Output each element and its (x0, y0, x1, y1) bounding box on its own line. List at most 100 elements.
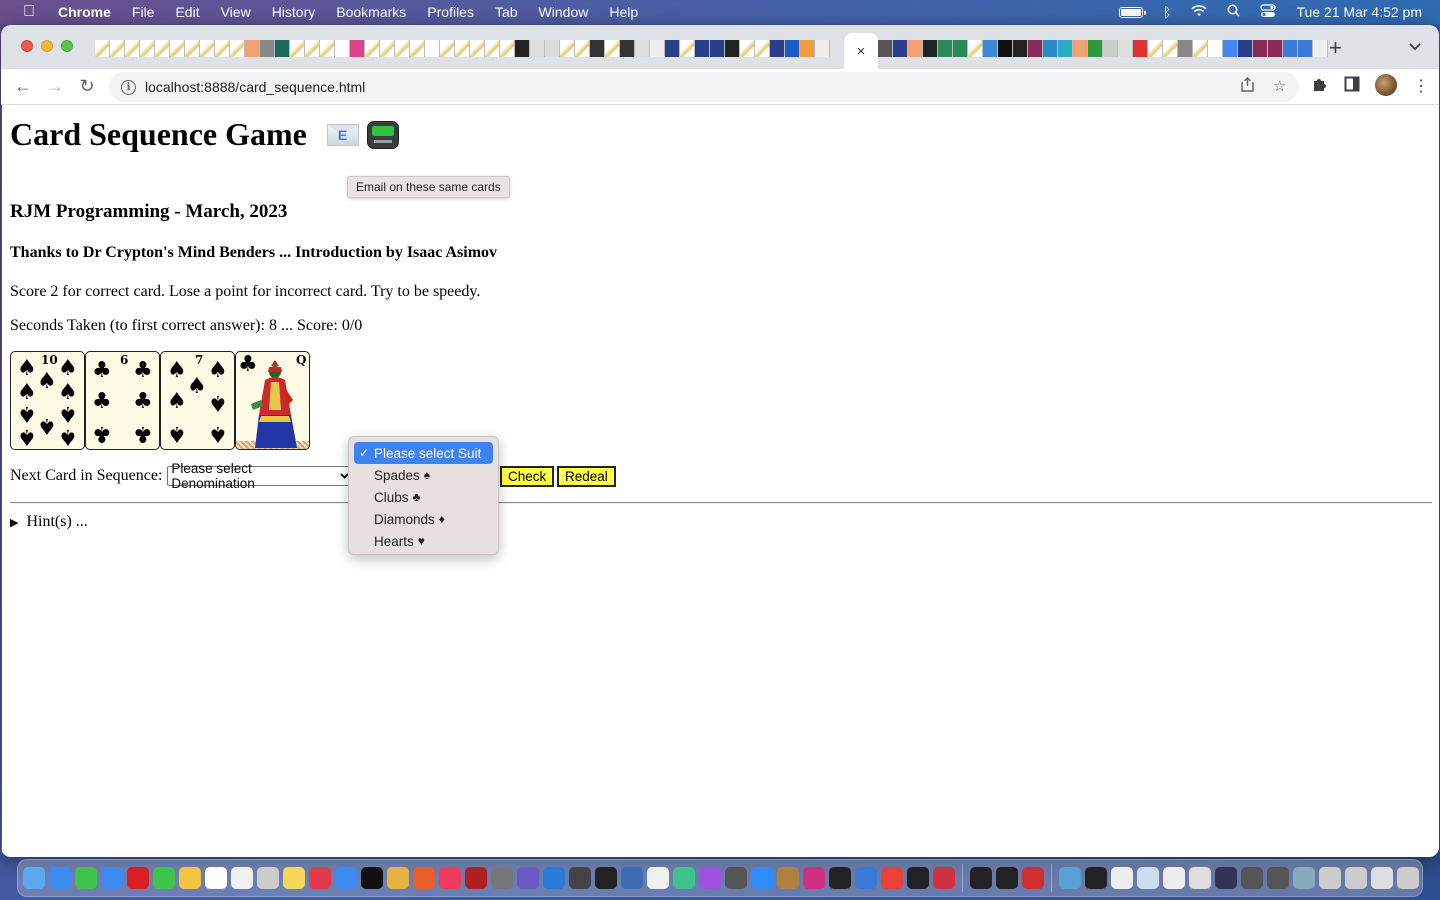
dock-app-icon[interactable] (309, 867, 331, 889)
tab-favicon[interactable] (380, 40, 395, 57)
tab-favicon[interactable] (185, 40, 200, 57)
tab-favicon[interactable] (560, 40, 575, 57)
tab-favicon[interactable] (230, 40, 245, 57)
back-arrow-icon[interactable]: ← (12, 76, 34, 97)
extensions-puzzle-icon[interactable] (1312, 76, 1328, 97)
dock-app-icon[interactable] (101, 867, 123, 889)
sms-pager-icon[interactable] (366, 120, 399, 149)
fullscreen-window-button[interactable] (61, 40, 73, 52)
tab-favicon[interactable] (200, 40, 215, 57)
tab-favicon[interactable] (350, 40, 365, 57)
tab-favicon[interactable] (455, 40, 470, 57)
tab-favicon[interactable] (500, 40, 515, 57)
tab-favicon[interactable] (1253, 40, 1268, 57)
tab-favicon[interactable] (425, 40, 440, 57)
apple-menu-icon[interactable]:  (20, 3, 38, 21)
reload-icon[interactable]: ↻ (76, 76, 98, 97)
email-envelope-icon[interactable]: E (326, 123, 359, 146)
wifi-icon[interactable] (1191, 4, 1208, 20)
menu-clock[interactable]: Tue 21 Mar 4:52 pm (1296, 4, 1422, 20)
tab-favicon[interactable] (515, 40, 530, 57)
bookmark-star-icon[interactable]: ☆ (1273, 77, 1286, 95)
side-panel-icon[interactable] (1344, 76, 1360, 97)
tab-favicon[interactable] (710, 40, 725, 57)
dock-app-icon[interactable] (803, 867, 825, 889)
tab-favicon[interactable] (755, 40, 770, 57)
tab-favicon[interactable] (365, 40, 380, 57)
dock-app-icon[interactable] (1085, 867, 1107, 889)
tab-favicon[interactable] (590, 40, 605, 57)
dock-app-icon[interactable] (595, 867, 617, 889)
tab-favicon[interactable] (545, 40, 560, 57)
disclosure-triangle-icon[interactable]: ▶ (10, 516, 18, 529)
dock-app-icon[interactable] (777, 867, 799, 889)
chrome-menu-kebab-icon[interactable]: ⋮ (1413, 76, 1429, 96)
tab-favicon[interactable] (530, 40, 545, 57)
tab-favicon[interactable] (725, 40, 740, 57)
close-tab-icon[interactable]: × (857, 43, 866, 60)
menu-window[interactable]: Window (539, 4, 589, 20)
menu-tab[interactable]: Tab (495, 4, 518, 20)
dock-app-icon[interactable] (1293, 867, 1315, 889)
menu-edit[interactable]: Edit (175, 4, 199, 20)
tab-favicon[interactable] (605, 40, 620, 57)
tab-favicon[interactable] (953, 40, 968, 57)
dock-app-icon[interactable] (23, 867, 45, 889)
tab-favicon[interactable] (275, 40, 290, 57)
dock-app-icon[interactable] (231, 867, 253, 889)
bluetooth-icon[interactable]: ᛒ (1163, 4, 1171, 20)
tab-favicon[interactable] (1013, 40, 1028, 57)
dock-app-icon[interactable] (335, 867, 357, 889)
tab-favicon[interactable] (170, 40, 185, 57)
dock-app-icon[interactable] (1137, 867, 1159, 889)
menu-help[interactable]: Help (609, 4, 638, 20)
tab-favicon[interactable] (770, 40, 785, 57)
tab-favicon[interactable] (1223, 40, 1238, 57)
dock-app-icon[interactable] (413, 867, 435, 889)
dock-app-icon[interactable] (829, 867, 851, 889)
redeal-button[interactable]: Redeal (557, 466, 616, 487)
dock-app-icon[interactable] (881, 867, 903, 889)
dock-app-icon[interactable] (517, 867, 539, 889)
tab-search-chevron-icon[interactable] (1409, 38, 1421, 54)
dock-app-icon[interactable] (1022, 867, 1044, 889)
tab-favicon[interactable] (1148, 40, 1163, 57)
dock-app-icon[interactable] (907, 867, 929, 889)
tab-favicon[interactable] (878, 40, 893, 57)
tab-favicon[interactable] (650, 40, 665, 57)
denomination-select[interactable]: Please select Denomination (167, 461, 354, 491)
spotlight-search-icon[interactable] (1227, 4, 1241, 20)
dock-app-icon[interactable] (1397, 867, 1419, 889)
battery-icon[interactable] (1119, 6, 1147, 18)
tab-favicon[interactable] (620, 40, 635, 57)
tab-favicon[interactable] (1133, 40, 1148, 57)
suit-option-please-select[interactable]: ✓ Please select Suit (354, 442, 493, 464)
tab-favicon[interactable] (1163, 40, 1178, 57)
tab-favicon[interactable] (1283, 40, 1298, 57)
menu-bookmarks[interactable]: Bookmarks (336, 4, 406, 20)
dock-app-icon[interactable] (387, 867, 409, 889)
tab-favicon[interactable] (680, 40, 695, 57)
dock-app-icon[interactable] (543, 867, 565, 889)
dock-app-icon[interactable] (647, 867, 669, 889)
dock-app-icon[interactable] (127, 867, 149, 889)
tab-favicon[interactable] (140, 40, 155, 57)
dock-app-icon[interactable] (1111, 867, 1133, 889)
dock-app-icon[interactable] (1319, 867, 1341, 889)
tab-favicon[interactable] (1043, 40, 1058, 57)
dock-app-icon[interactable] (1163, 867, 1185, 889)
tab-favicon[interactable] (1118, 40, 1133, 57)
tab-favicon[interactable] (1073, 40, 1088, 57)
tab-favicon[interactable] (785, 40, 800, 57)
new-tab-button[interactable]: + (1329, 35, 1342, 61)
minimize-window-button[interactable] (41, 40, 53, 52)
forward-arrow-icon[interactable]: → (44, 76, 66, 97)
dock-app-icon[interactable] (179, 867, 201, 889)
dock-app-icon[interactable] (257, 867, 279, 889)
dock-app-icon[interactable] (855, 867, 877, 889)
hints-summary[interactable]: Hint(s) ... (26, 513, 87, 531)
control-center-icon[interactable] (1260, 3, 1277, 21)
address-bar[interactable]: i localhost:8888/card_sequence.html ☆ (109, 72, 1299, 102)
dock-app-icon[interactable] (491, 867, 513, 889)
tab-favicon[interactable] (893, 40, 908, 57)
